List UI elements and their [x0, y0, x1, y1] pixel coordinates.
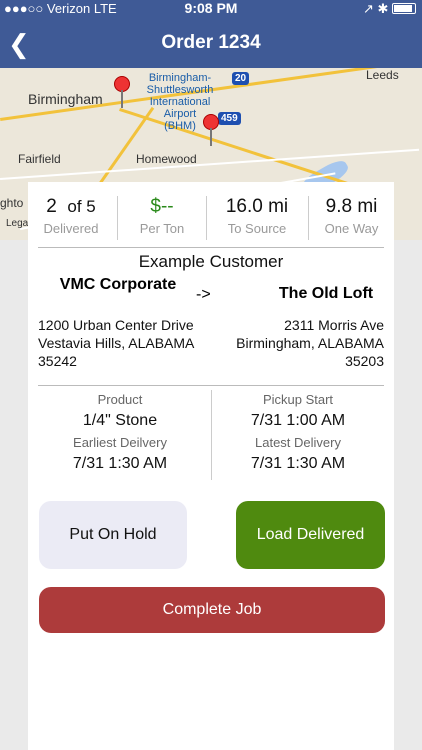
load-delivered-button[interactable]: Load Delivered — [236, 501, 385, 569]
stat-label: To Source — [227, 221, 287, 236]
to-name: The Old Loft — [278, 285, 374, 302]
product-label: Product — [97, 392, 143, 407]
road — [0, 148, 420, 180]
map-label-leeds: Leeds — [366, 68, 399, 82]
to-zip: 35203 — [345, 353, 384, 369]
stats-row: 2 of 5 Delivered $-- Per Ton 16.0 mi To … — [28, 188, 394, 246]
source-pin-icon[interactable] — [114, 76, 130, 108]
status-bar: ●●●○○ Verizon LTE 9:08 PM ↗ ✱ — [0, 0, 422, 16]
map-label-legal: Lega — [6, 218, 29, 229]
to-address-line1: 2311 Morris Ave — [284, 317, 384, 333]
to-address: 2311 Morris Ave Birmingham, ALABAMA 3520… — [236, 316, 384, 370]
stat-to-source: 16.0 mi To Source — [207, 188, 307, 236]
from-zip: 35242 — [38, 353, 77, 369]
stat-one-way: 9.8 mi One Way — [309, 188, 394, 236]
order-card: 2 of 5 Delivered $-- Per Ton 16.0 mi To … — [28, 182, 394, 750]
i459-shield-icon: 459 — [218, 112, 241, 125]
stat-value: 16.0 mi — [225, 196, 289, 217]
nav-header: ●●●○○ Verizon LTE 9:08 PM ↗ ✱ ❮ Order 12… — [0, 0, 422, 68]
stat-label: Delivered — [43, 221, 99, 236]
delivered-total: of 5 — [67, 197, 96, 216]
location-bluetooth-icons: ↗ ✱ — [362, 1, 389, 16]
battery-icon — [392, 3, 416, 14]
map-label-homewood: Homewood — [136, 152, 197, 166]
pickup-block: Pickup Start 7/31 1:00 AM Latest Deliver… — [208, 392, 388, 473]
earliest-delivery-label: Earliest Deilvery — [73, 435, 167, 450]
stat-delivered: 2 of 5 Delivered — [28, 188, 114, 236]
page-title: Order 1234 — [161, 32, 261, 53]
from-address-line2: Vestavia Hills, ALABAMA — [38, 335, 195, 351]
stat-value: 9.8 mi — [325, 196, 378, 217]
map-label-birmingham: Birmingham — [28, 91, 103, 107]
to-address-line2: Birmingham, ALABAMA — [236, 335, 384, 351]
status-right: ↗ ✱ — [363, 1, 416, 17]
pickup-start-value: 7/31 1:00 AM — [250, 412, 346, 429]
stat-label: Per Ton — [139, 221, 185, 236]
stat-value: $-- — [150, 196, 174, 217]
delivered-count: 2 — [46, 196, 57, 217]
earliest-delivery-value: 7/31 1:30 AM — [72, 455, 168, 472]
from-address-line1: 1200 Urban Center Drive — [38, 317, 194, 333]
latest-delivery-value: 7/31 1:30 AM — [250, 455, 346, 472]
latest-delivery-label: Latest Delivery — [255, 435, 341, 450]
customer-name: Example Customer — [138, 252, 284, 271]
destination-pin-icon[interactable] — [203, 114, 219, 146]
stat-per-ton: $-- Per Ton — [118, 188, 206, 236]
i20-shield-icon: 20 — [232, 72, 250, 85]
map-label-fairfield: Fairfield — [18, 152, 61, 166]
pickup-start-label: Pickup Start — [262, 392, 334, 407]
from-name: VMC Corporate — [59, 276, 177, 293]
from-address: 1200 Urban Center Drive Vestavia Hills, … — [38, 316, 194, 370]
clock: 9:08 PM — [184, 0, 238, 16]
product-value: 1/4" Stone — [82, 412, 158, 429]
divider — [38, 247, 384, 248]
product-block: Product 1/4" Stone Earliest Deilvery 7/3… — [30, 392, 210, 473]
route-arrow: -> — [196, 286, 211, 303]
map-label-partial: ghto — [0, 196, 24, 210]
complete-job-button[interactable]: Complete Job — [39, 587, 385, 633]
stat-label: One Way — [324, 221, 379, 236]
divider — [38, 385, 384, 386]
put-on-hold-button[interactable]: Put On Hold — [39, 501, 187, 569]
